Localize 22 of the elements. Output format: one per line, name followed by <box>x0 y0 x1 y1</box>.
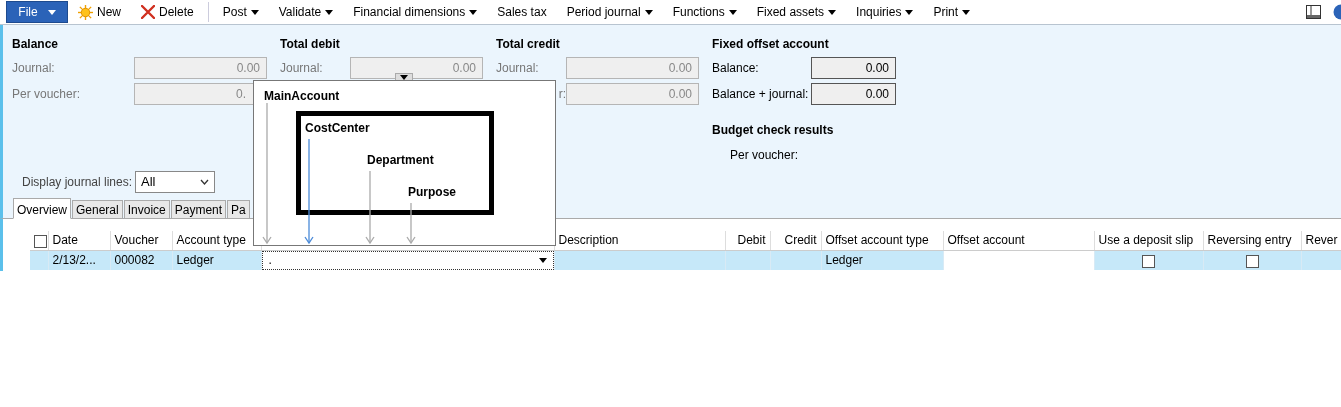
dimension-label: Department <box>367 153 434 167</box>
section-title: Fixed offset account <box>712 36 830 53</box>
dimension-label: Purpose <box>408 185 456 199</box>
section-title: Total credit <box>496 36 561 53</box>
field-label: Balance: <box>712 60 759 77</box>
table-cell: 2/13/2... <box>52 253 96 268</box>
section-title: Budget check results <box>712 122 835 139</box>
table-cell: Ledger <box>176 253 214 268</box>
table-cell: Ledger <box>825 253 863 268</box>
field-label: Journal: <box>496 60 539 77</box>
field-label: Journal: <box>12 60 55 77</box>
section-title: Total debit <box>280 36 341 53</box>
field-label: r: <box>558 86 566 103</box>
field-label: Balance + journal: <box>712 86 809 103</box>
field-label: Display journal lines: <box>22 174 133 191</box>
field-label: Per voucher: <box>12 86 81 103</box>
dimension-label: CostCenter <box>305 121 370 135</box>
section-title: Balance <box>12 36 60 53</box>
table-cell: 000082 <box>114 253 155 268</box>
dimension-label: MainAccount <box>264 89 340 103</box>
field-label: Per voucher: <box>729 147 800 164</box>
field-label: Journal: <box>280 60 323 77</box>
